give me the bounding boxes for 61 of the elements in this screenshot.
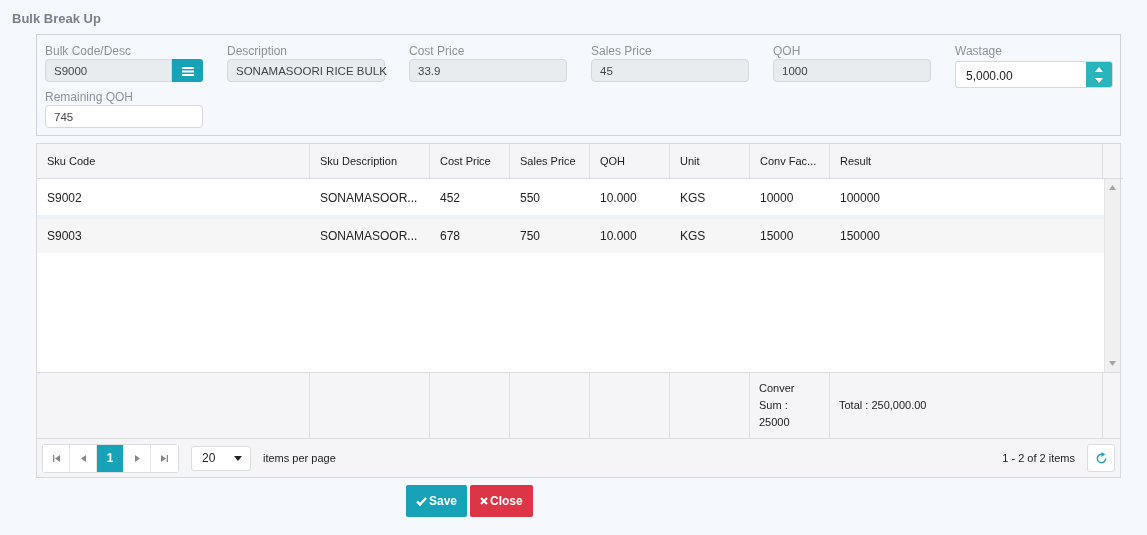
table-cell-text: 10.000 bbox=[599, 229, 638, 243]
last-page-icon bbox=[161, 454, 168, 462]
page-size-label: items per page bbox=[263, 452, 336, 464]
input-field[interactable]: 745 bbox=[45, 105, 203, 128]
page-size-dropdown[interactable]: 20 bbox=[191, 445, 251, 471]
field-label: Bulk Code/Desc bbox=[45, 44, 133, 59]
footer-cell-text: Total : 250,000.00 bbox=[839, 398, 927, 413]
column-header[interactable]: Unit bbox=[670, 144, 750, 179]
spinner-arrows-icon bbox=[1094, 65, 1104, 84]
previous-icon bbox=[80, 454, 86, 462]
table-cell-text: 15000 bbox=[759, 229, 795, 243]
field-label: QOH bbox=[773, 44, 802, 59]
column-header[interactable]: Sku Description bbox=[310, 144, 430, 179]
close-button[interactable]: Close bbox=[470, 485, 533, 517]
column-header[interactable]: Conv Fac... bbox=[750, 144, 830, 179]
column-header[interactable]: Sales Price bbox=[510, 144, 590, 179]
field-label: Wastage bbox=[955, 44, 1003, 59]
check-icon bbox=[416, 496, 427, 506]
first-page-button[interactable] bbox=[43, 444, 70, 472]
close-icon bbox=[480, 497, 489, 505]
table-cell-text: KGS bbox=[679, 229, 707, 243]
field-label: Sales Price bbox=[591, 44, 653, 59]
table-cell-text: 550 bbox=[519, 191, 542, 205]
table-cell-text: S9002 bbox=[46, 191, 83, 205]
wastage-field[interactable]: 5,000.00 bbox=[955, 61, 1113, 88]
column-header[interactable]: Result bbox=[830, 144, 1103, 179]
table-cell-text: 678 bbox=[439, 229, 462, 243]
field-label: Remaining QOH bbox=[45, 90, 135, 105]
bulk-code-field[interactable]: S9000 bbox=[45, 59, 172, 82]
table-cell-text: 150000 bbox=[839, 229, 882, 243]
refresh-icon bbox=[1094, 451, 1108, 465]
page-title: Bulk Break Up bbox=[12, 11, 102, 28]
readonly-field[interactable]: 1000 bbox=[773, 59, 931, 82]
table-cell-text: S9003 bbox=[46, 229, 83, 243]
table-cell-text: 10000 bbox=[759, 191, 795, 205]
field-label: Description bbox=[227, 44, 289, 59]
table-cell-text: 750 bbox=[519, 229, 542, 243]
table-cell-text: SONAMASOOR... bbox=[319, 191, 419, 205]
table-cell-text: 100000 bbox=[839, 191, 882, 205]
next-icon bbox=[134, 454, 140, 462]
menu-icon bbox=[181, 65, 194, 76]
pager-info: 1 - 2 of 2 items bbox=[1002, 452, 1075, 464]
table-cell-text: 10.000 bbox=[599, 191, 638, 205]
table-cell-text: KGS bbox=[679, 191, 707, 205]
first-page-icon bbox=[52, 454, 60, 462]
list-button[interactable] bbox=[172, 59, 203, 82]
table-cell-text: SONAMASOOR... bbox=[319, 229, 419, 243]
column-header[interactable]: QOH bbox=[590, 144, 670, 179]
readonly-field[interactable]: SONAMASOORI RICE BULK bbox=[227, 59, 385, 82]
table-cell-text: 452 bbox=[439, 191, 462, 205]
caret-icon bbox=[234, 455, 242, 461]
scroll-up-icon bbox=[1109, 185, 1116, 190]
column-header[interactable]: Cost Price bbox=[430, 144, 510, 179]
readonly-field[interactable]: 33.9 bbox=[409, 59, 567, 82]
footer-cell-text: Conver Sum : 25000 bbox=[759, 381, 796, 430]
readonly-field[interactable]: 45 bbox=[591, 59, 749, 82]
scroll-down-icon bbox=[1109, 361, 1116, 366]
column-header[interactable]: Sku Code bbox=[37, 144, 310, 179]
field-label: Cost Price bbox=[409, 44, 466, 59]
scrollbar[interactable] bbox=[1104, 179, 1120, 372]
refresh-button[interactable] bbox=[1087, 444, 1115, 472]
